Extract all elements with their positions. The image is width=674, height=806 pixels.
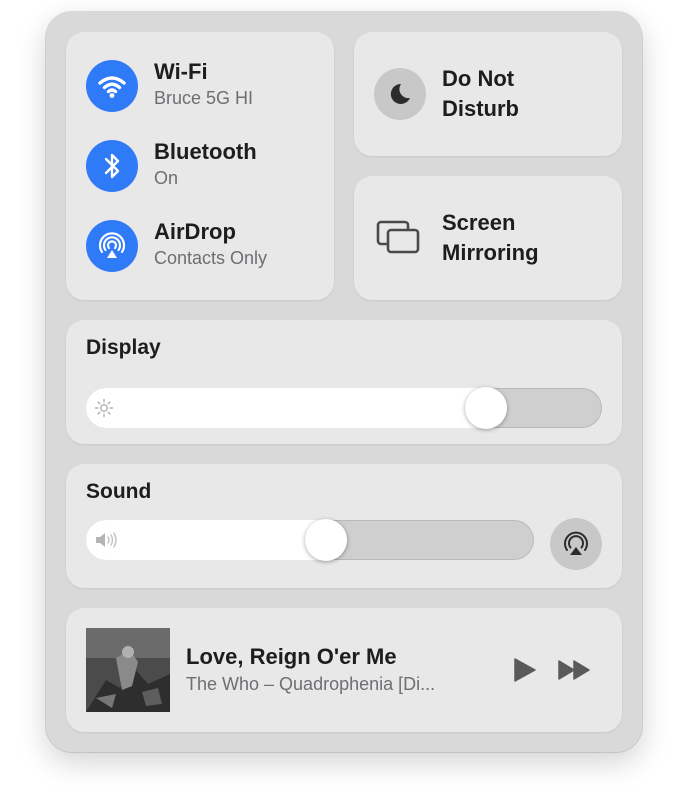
airdrop-icon [98, 232, 126, 258]
brightness-slider-knob[interactable] [465, 387, 507, 429]
airplay-audio-button[interactable] [550, 518, 602, 570]
bluetooth-toggle[interactable] [86, 140, 138, 192]
track-artist-album: The Who – Quadrophenia [Di... [186, 674, 436, 694]
brightness-slider[interactable] [86, 387, 602, 429]
album-artwork-image [86, 628, 170, 712]
airdrop-row[interactable]: AirDrop Contacts Only [86, 219, 326, 273]
bluetooth-title: Bluetooth [154, 139, 257, 164]
bluetooth-row[interactable]: Bluetooth On [86, 139, 326, 193]
do-not-disturb-tile[interactable]: Do Not Disturb [354, 32, 622, 156]
brightness-slider-fill [86, 388, 507, 428]
album-artwork[interactable] [86, 628, 170, 712]
display-label: Display [86, 336, 161, 359]
airplay-audio-icon [564, 531, 588, 555]
airdrop-status: Contacts Only [154, 248, 268, 268]
speaker-icon [96, 532, 117, 548]
now-playing-tile: Love, Reign O'er Me The Who – Quadrophen… [66, 608, 622, 732]
wifi-network-name: Bruce 5G HI [154, 88, 254, 108]
wifi-toggle[interactable] [86, 60, 138, 112]
control-center-panel: Wi-Fi Bruce 5G HI Bluetooth On AirDrop C… [46, 12, 642, 752]
moon-icon [390, 83, 410, 104]
display-tile: Display [66, 320, 622, 444]
bluetooth-status: On [154, 168, 179, 188]
fast-forward-icon[interactable] [556, 656, 594, 684]
track-title: Love, Reign O'er Me [186, 644, 397, 669]
do-not-disturb-label-line1: Do Not [442, 66, 515, 91]
do-not-disturb-toggle[interactable] [374, 68, 426, 120]
bluetooth-icon [104, 153, 120, 179]
sound-label: Sound [86, 480, 152, 503]
airdrop-title: AirDrop [154, 219, 236, 244]
network-tile: Wi-Fi Bruce 5G HI Bluetooth On AirDrop C… [66, 32, 334, 300]
screen-mirroring-label-line1: Screen [442, 210, 516, 235]
volume-slider[interactable] [86, 519, 534, 561]
airdrop-toggle[interactable] [86, 220, 138, 272]
screen-mirroring-icon [376, 220, 420, 254]
do-not-disturb-label-line2: Disturb [442, 96, 519, 121]
screen-mirroring-tile[interactable]: Screen Mirroring [354, 176, 622, 300]
sound-tile: Sound [66, 464, 622, 588]
volume-slider-knob[interactable] [305, 519, 347, 561]
play-icon[interactable] [510, 656, 538, 684]
wifi-icon [98, 76, 126, 98]
sun-icon [94, 398, 114, 418]
wifi-row[interactable]: Wi-Fi Bruce 5G HI [86, 59, 326, 113]
wifi-title: Wi-Fi [154, 59, 208, 84]
screen-mirroring-label-line2: Mirroring [442, 240, 539, 265]
